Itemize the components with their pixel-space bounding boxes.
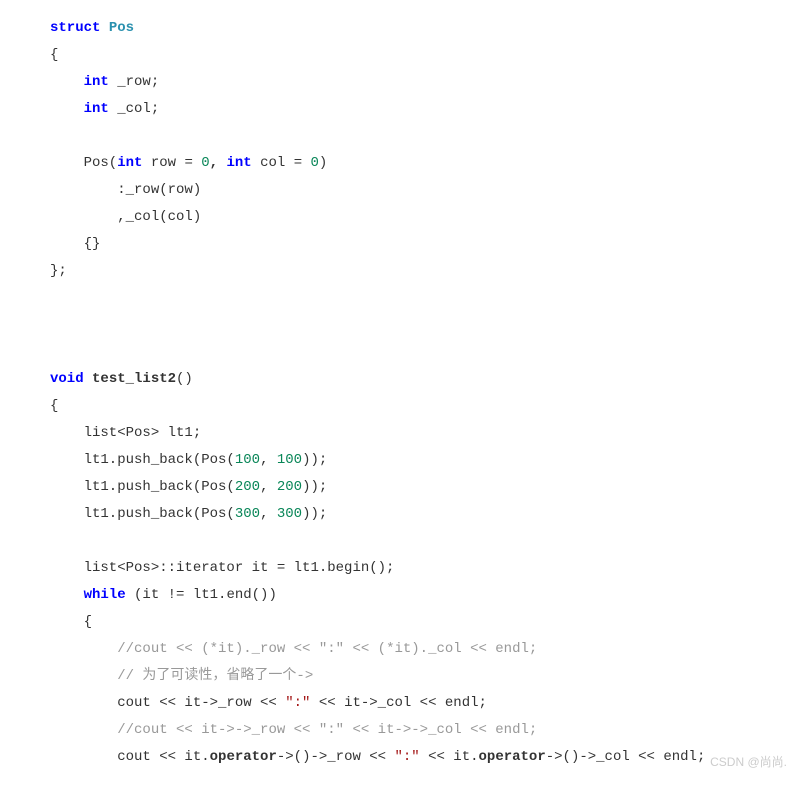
code-line: [50, 312, 757, 339]
code-line: cout << it.operator->()->_row << ":" << …: [50, 744, 757, 771]
watermark-text: CSDN @尚尚.: [710, 749, 787, 776]
code-line: list<Pos> lt1;: [50, 420, 757, 447]
code-line: while (it != lt1.end()): [50, 582, 757, 609]
code-line: //cout << it->->_row << ":" << it->->_co…: [50, 717, 757, 744]
code-line: void test_list2(): [50, 366, 757, 393]
code-line: {}: [50, 231, 757, 258]
code-line: list<Pos>::iterator it = lt1.begin();: [50, 555, 757, 582]
code-line: [50, 123, 757, 150]
code-line: {: [50, 42, 757, 69]
code-line: [50, 339, 757, 366]
code-line: struct Pos: [50, 15, 757, 42]
code-line: lt1.push_back(Pos(200, 200));: [50, 474, 757, 501]
code-line: };: [50, 258, 757, 285]
code-line: :_row(row): [50, 177, 757, 204]
code-line: [50, 285, 757, 312]
code-line: ,_col(col): [50, 204, 757, 231]
code-line: [50, 528, 757, 555]
code-line: cout << it->_row << ":" << it->_col << e…: [50, 690, 757, 717]
code-block: struct Pos{ int _row; int _col; Pos(int …: [50, 15, 757, 771]
code-line: int _col;: [50, 96, 757, 123]
code-line: Pos(int row = 0, int col = 0): [50, 150, 757, 177]
code-line: lt1.push_back(Pos(100, 100));: [50, 447, 757, 474]
code-line: lt1.push_back(Pos(300, 300));: [50, 501, 757, 528]
code-line: {: [50, 609, 757, 636]
code-line: {: [50, 393, 757, 420]
code-line: //cout << (*it)._row << ":" << (*it)._co…: [50, 636, 757, 663]
code-line: int _row;: [50, 69, 757, 96]
code-line: // 为了可读性，省略了一个->: [50, 663, 757, 690]
